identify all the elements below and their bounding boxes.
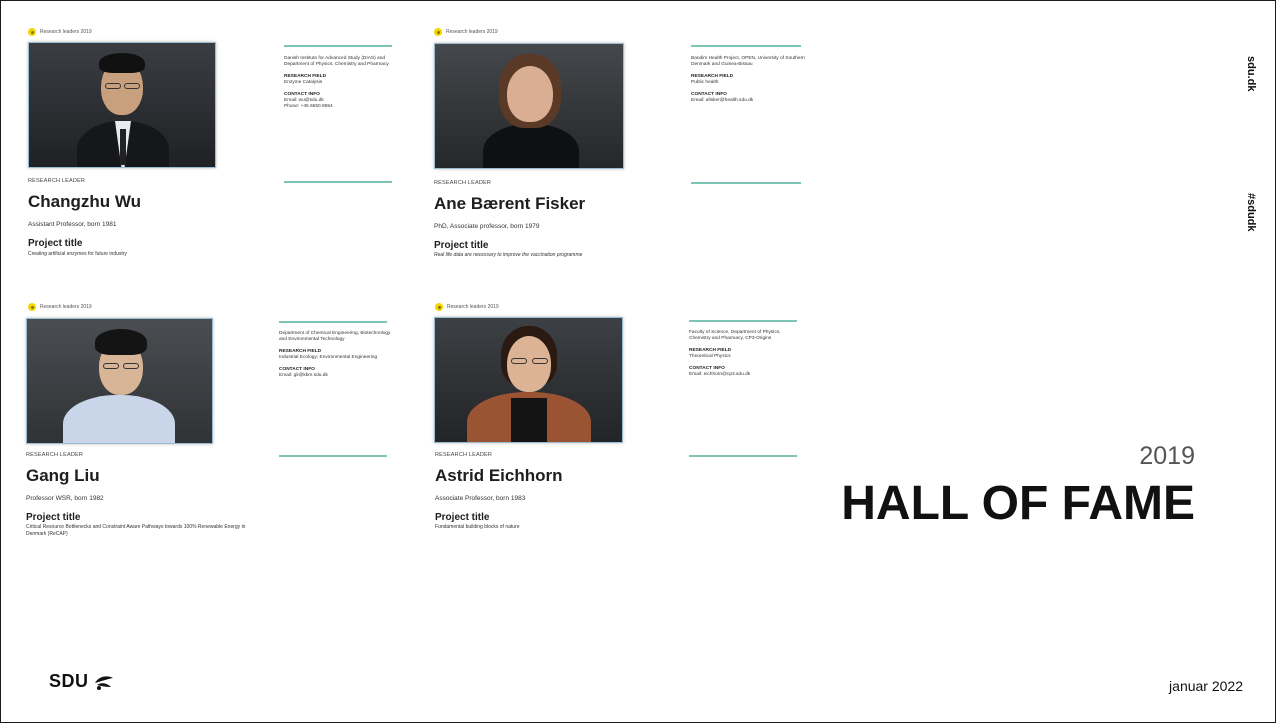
hero-title: HALL OF FAME: [841, 477, 1195, 530]
research-leaders-badge-icon: [28, 28, 36, 36]
research-leaders-badge-icon: [28, 303, 36, 311]
sdu-tree-icon: [94, 675, 113, 690]
role-label: RESEARCH LEADER: [435, 452, 493, 458]
accent-rule-top: [689, 320, 797, 322]
sdu-logo: SDU: [49, 671, 115, 692]
role-label: RESEARCH LEADER: [434, 180, 492, 186]
institution: Faculty of Science, Department of Physic…: [689, 330, 781, 341]
institution: Bandim Health Project, OPEN, University …: [691, 56, 805, 67]
research-leaders-badge-icon: [434, 28, 442, 36]
info-block: Bandim Health Project, OPEN, University …: [691, 56, 805, 104]
badge: Research leaders 2019: [435, 303, 499, 311]
badge: Research leaders 2019: [434, 28, 498, 36]
accent-rule-bottom: [284, 181, 392, 183]
badge-label: Research leaders 2019: [447, 304, 499, 310]
portrait-photo: [26, 318, 213, 444]
project-title-label: Project title: [434, 240, 489, 251]
role-label: RESEARCH LEADER: [26, 452, 84, 458]
accent-rule-bottom: [691, 182, 801, 184]
researcher-name: Astrid Eichhorn: [435, 466, 563, 485]
role-label: RESEARCH LEADER: [28, 178, 86, 184]
project-description: Real life data are necessary to improve …: [434, 252, 583, 258]
project-title-label: Project title: [28, 238, 83, 249]
badge: Research leaders 2019: [28, 28, 92, 36]
research-leaders-badge-icon: [435, 303, 443, 311]
contact-info[interactable]: Email: gli@kbm.sdu.dk: [279, 373, 328, 378]
institution: Department of Chemical Engineering, Biot…: [279, 331, 391, 342]
researcher-name: Ane Bærent Fisker: [434, 194, 586, 213]
hero-year: 2019: [1139, 442, 1195, 470]
researcher-subtitle: Professor WSR, born 1982: [26, 495, 104, 502]
badge: Research leaders 2019: [28, 303, 92, 311]
site-url[interactable]: sdu.dk: [1245, 56, 1257, 91]
research-field: Enzyme Catalysis: [284, 80, 323, 85]
contact-info[interactable]: Email: afisker@health.sdu.dk: [691, 98, 753, 103]
project-title-label: Project title: [435, 512, 490, 523]
researcher-name: Changzhu Wu: [28, 192, 141, 211]
accent-rule-top: [279, 321, 387, 323]
contact-info[interactable]: Email: eichhorn@cp3.sdu.dk: [689, 372, 750, 377]
badge-label: Research leaders 2019: [40, 29, 92, 35]
research-field: Public health: [691, 80, 719, 85]
footer-date: januar 2022: [1169, 678, 1243, 694]
project-description: Fundamental building blocks of nature: [435, 524, 520, 530]
hashtag[interactable]: #sdudk: [1245, 193, 1257, 232]
badge-label: Research leaders 2019: [446, 29, 498, 35]
researcher-subtitle: Assistant Professor, born 1981: [28, 221, 117, 228]
researcher-subtitle: Associate Professor, born 1983: [435, 495, 526, 502]
logo-text: SDU: [49, 671, 89, 691]
accent-rule-top: [691, 45, 801, 47]
project-description: Critical Resource Bottlenecks and Constr…: [26, 524, 246, 537]
info-block: Danish Institute for Advanced Study (DIA…: [284, 56, 396, 110]
portrait-photo: [28, 42, 216, 168]
badge-label: Research leaders 2019: [40, 304, 92, 310]
accent-rule-bottom: [689, 455, 797, 457]
researcher-subtitle: PhD, Associate professor, born 1979: [434, 223, 540, 230]
accent-rule-bottom: [279, 455, 387, 457]
portrait-photo: [434, 317, 623, 443]
contact-info[interactable]: Email: wu@sdu.dk Phone: +45 6550 8654: [284, 98, 333, 109]
project-description: Creating artificial enzymes for future i…: [28, 251, 127, 257]
info-block: Faculty of Science, Department of Physic…: [689, 330, 803, 378]
research-field: Industrial Ecology; Environmental Engine…: [279, 355, 378, 360]
info-block: Department of Chemical Engineering, Biot…: [279, 331, 393, 379]
researcher-name: Gang Liu: [26, 466, 100, 485]
research-field: Theoretical Physics: [689, 354, 731, 359]
portrait-photo: [434, 43, 624, 169]
project-title-label: Project title: [26, 512, 81, 523]
slide: Research leaders 2019 RESEARCH LEADER Ch…: [0, 0, 1276, 723]
accent-rule-top: [284, 45, 392, 47]
institution: Danish Institute for Advanced Study (DIA…: [284, 56, 389, 67]
